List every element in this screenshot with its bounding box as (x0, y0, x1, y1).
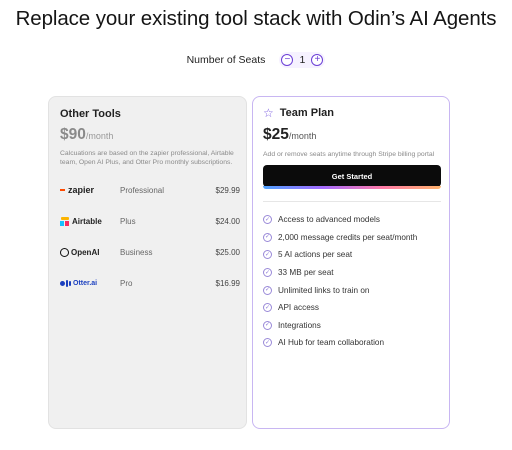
check-icon: ✓ (263, 250, 272, 260)
feature-list: ✓ Access to advanced models ✓ 2,000 messag… (263, 211, 443, 352)
team-plan-price-value: $25 (263, 126, 289, 143)
team-plan-card: ☆ Team Plan $25/month Add or remove seat… (252, 96, 450, 429)
team-plan-price: $25/month (263, 126, 316, 144)
other-tools-title: Other Tools (60, 108, 121, 120)
feature-text: Access to advanced models (278, 215, 380, 225)
tool-plan: Plus (120, 216, 136, 226)
team-plan-title: ☆ Team Plan (263, 107, 334, 119)
increase-seats-button[interactable]: + (311, 54, 324, 66)
check-icon: ✓ (263, 285, 272, 295)
feature-text: Integrations (278, 320, 321, 330)
tool-row-openai: OpenAI Business $25.00 (60, 245, 240, 259)
tool-price: $29.99 (215, 185, 240, 195)
other-tools-note: Calcuations are based on the zapier prof… (60, 150, 234, 166)
tool-price: $24.00 (215, 216, 240, 226)
other-tools-card: Other Tools $90/month Calcuations are ba… (48, 96, 247, 429)
team-plan-title-text: Team Plan (279, 107, 334, 119)
star-icon: ☆ (263, 106, 274, 120)
feature-text: 33 MB per seat (278, 268, 334, 278)
team-plan-note: Add or remove seats anytime through Stri… (263, 151, 435, 158)
otter-logo-text: Otter.ai (73, 279, 98, 287)
tool-row-airtable: Airtable Plus $24.00 (60, 214, 240, 228)
tool-plan: Pro (120, 278, 133, 288)
tool-row-otter: Otter.ai Pro $16.99 (60, 276, 240, 290)
feature-item: ✓ 5 AI actions per seat (263, 246, 443, 264)
airtable-icon (60, 216, 70, 226)
tool-price: $16.99 (215, 278, 240, 288)
otter-icon (60, 279, 71, 287)
other-tools-price: $90/month (60, 126, 113, 144)
check-icon: ✓ (263, 232, 272, 242)
feature-text: API access (278, 303, 319, 313)
check-icon: ✓ (263, 320, 272, 330)
feature-item: ✓ Integrations (263, 317, 443, 335)
tool-plan: Professional (120, 185, 165, 195)
check-icon: ✓ (263, 338, 272, 348)
tool-price: $25.00 (215, 247, 240, 257)
other-tools-price-unit: /month (85, 131, 114, 141)
get-started-button[interactable]: Get Started (263, 165, 441, 187)
other-tools-price-value: $90 (60, 126, 86, 143)
check-icon: ✓ (263, 303, 272, 313)
zapier-logo: zapier (60, 185, 120, 195)
seat-stepper: − 1 + (279, 52, 326, 68)
feature-text: 5 AI actions per seat (278, 250, 353, 260)
seats-label: Number of Seats (186, 54, 266, 66)
divider (263, 201, 441, 202)
feature-item: ✓ 33 MB per seat (263, 264, 443, 282)
feature-item: ✓ Access to advanced models (263, 211, 443, 229)
zapier-logo-text: zapier (68, 185, 95, 195)
seat-count: 1 (299, 54, 306, 66)
check-icon: ✓ (263, 268, 272, 278)
page-headline: Replace your existing tool stack with Od… (15, 7, 497, 30)
feature-text: Unlimited links to train on (278, 285, 370, 295)
seat-selector: Number of Seats − 1 + (0, 52, 512, 68)
button-glow (263, 186, 441, 189)
feature-text: 2,000 message credits per seat/month (278, 232, 418, 242)
airtable-logo-text: Airtable (72, 216, 102, 226)
team-plan-price-unit: /month (288, 131, 317, 141)
openai-icon (60, 247, 69, 257)
tool-row-zapier: zapier Professional $29.99 (60, 183, 240, 197)
openai-logo: OpenAI (60, 247, 120, 257)
feature-item: ✓ 2,000 message credits per seat/month (263, 229, 443, 247)
check-icon: ✓ (263, 215, 272, 225)
feature-item: ✓ Unlimited links to train on (263, 281, 443, 299)
feature-item: ✓ AI Hub for team collaboration (263, 334, 443, 352)
openai-logo-text: OpenAI (71, 247, 100, 257)
feature-item: ✓ API access (263, 299, 443, 317)
tool-plan: Business (120, 247, 153, 257)
otter-logo: Otter.ai (60, 279, 120, 287)
feature-text: AI Hub for team collaboration (278, 338, 385, 348)
decrease-seats-button[interactable]: − (281, 54, 294, 66)
airtable-logo: Airtable (60, 216, 120, 226)
